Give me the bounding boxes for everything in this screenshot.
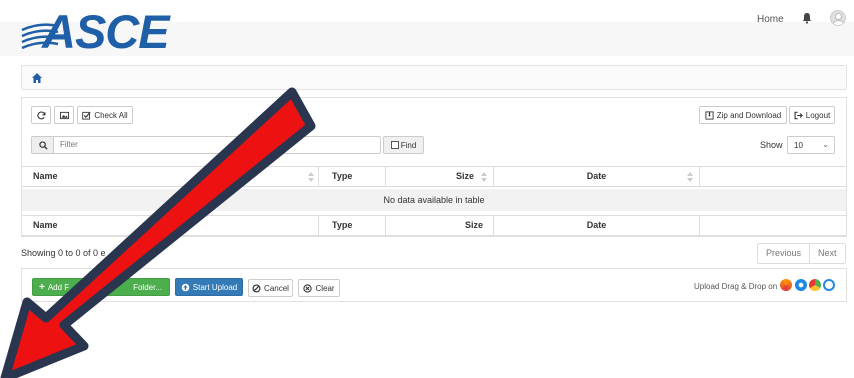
image-icon bbox=[59, 111, 69, 119]
table-info: Showing 0 to 0 of 0 e bbox=[21, 248, 106, 258]
zip-download-button[interactable]: Zip and Download bbox=[699, 106, 787, 124]
show-label: Show bbox=[760, 140, 783, 150]
start-upload-label: Start Upload bbox=[192, 282, 238, 292]
add-folder-label[interactable]: Folder... bbox=[133, 283, 162, 292]
column-header-name[interactable]: Name bbox=[22, 167, 319, 186]
page-size-select[interactable]: 10 ⌄ bbox=[787, 136, 835, 154]
check-all-label: Check All bbox=[94, 110, 128, 120]
column-size-label: Size bbox=[455, 171, 474, 181]
footer-name: Name bbox=[22, 216, 319, 235]
column-header-size[interactable]: Size bbox=[386, 167, 494, 186]
next-button[interactable]: Next bbox=[809, 244, 845, 263]
archive-icon bbox=[705, 110, 714, 120]
empty-table-message: No data available in table bbox=[22, 189, 846, 211]
add-files-button[interactable]: + Add F Folder... bbox=[32, 278, 170, 296]
column-type-label: Type bbox=[332, 171, 353, 181]
asce-logo[interactable]: ASCE bbox=[20, 5, 175, 58]
cancel-label: Cancel bbox=[264, 283, 289, 293]
previous-button[interactable]: Previous bbox=[758, 244, 809, 263]
column-name-label: Name bbox=[33, 171, 58, 181]
filter-addon bbox=[32, 137, 54, 153]
times-circle-icon bbox=[303, 283, 313, 293]
logo-text: ASCE bbox=[42, 5, 170, 58]
safari-icon bbox=[823, 279, 835, 291]
table-footer-row: Name Type Size Date bbox=[22, 215, 846, 236]
breadcrumb bbox=[21, 65, 847, 90]
user-avatar-icon[interactable] bbox=[830, 10, 846, 26]
footer-name-label: Name bbox=[33, 220, 58, 230]
logout-button[interactable]: Logout bbox=[789, 106, 835, 124]
bell-icon[interactable] bbox=[801, 12, 813, 24]
home-icon[interactable] bbox=[31, 72, 43, 84]
refresh-button[interactable] bbox=[31, 106, 51, 124]
chevron-down-icon: ⌄ bbox=[822, 140, 829, 149]
ban-icon bbox=[252, 283, 261, 293]
clear-label: Clear bbox=[315, 283, 335, 293]
sort-icon bbox=[687, 172, 693, 182]
sort-icon bbox=[308, 172, 314, 182]
column-header-type[interactable]: Type bbox=[319, 167, 386, 186]
firefox-icon bbox=[780, 279, 792, 291]
footer-date-label: Date bbox=[586, 220, 607, 230]
pagination: Previous Next bbox=[757, 243, 846, 264]
check-square-icon bbox=[82, 111, 91, 120]
sign-out-icon bbox=[794, 111, 803, 119]
filter-group bbox=[31, 136, 381, 154]
ie-icon bbox=[795, 279, 807, 291]
find-label: Find bbox=[400, 140, 417, 150]
table-header-row: Name Type Size Date bbox=[22, 166, 846, 187]
refresh-icon bbox=[36, 110, 45, 119]
clear-button[interactable]: Clear bbox=[298, 279, 340, 297]
footer-type: Type bbox=[319, 216, 386, 235]
check-all-button[interactable]: Check All bbox=[77, 106, 133, 124]
column-date-label: Date bbox=[586, 171, 607, 181]
footer-type-label: Type bbox=[332, 220, 353, 230]
footer-size: Size bbox=[386, 216, 494, 235]
logout-label: Logout bbox=[805, 110, 831, 120]
search-icon bbox=[39, 141, 48, 150]
footer-date: Date bbox=[494, 216, 700, 235]
footer-size-label: Size bbox=[464, 220, 483, 230]
page-size-value: 10 bbox=[794, 141, 803, 150]
page-header: ASCE Home bbox=[0, 0, 854, 58]
upload-circle-icon bbox=[181, 283, 190, 291]
plus-icon: + bbox=[39, 281, 45, 293]
nav-home-link[interactable]: Home bbox=[757, 14, 784, 25]
zip-download-label: Zip and Download bbox=[716, 110, 782, 120]
filter-input[interactable] bbox=[60, 140, 360, 149]
cancel-button[interactable]: Cancel bbox=[248, 279, 293, 297]
sort-icon bbox=[481, 172, 487, 182]
column-header-date[interactable]: Date bbox=[494, 167, 700, 186]
find-button[interactable]: Find bbox=[383, 136, 424, 154]
chrome-icon bbox=[809, 279, 821, 291]
find-checkbox[interactable] bbox=[390, 141, 399, 149]
start-upload-button[interactable]: Start Upload bbox=[175, 278, 243, 296]
add-files-label: Add F bbox=[47, 282, 70, 292]
drag-drop-text: Upload Drag & Drop on bbox=[694, 282, 778, 291]
thumbnail-view-button[interactable] bbox=[54, 106, 74, 124]
